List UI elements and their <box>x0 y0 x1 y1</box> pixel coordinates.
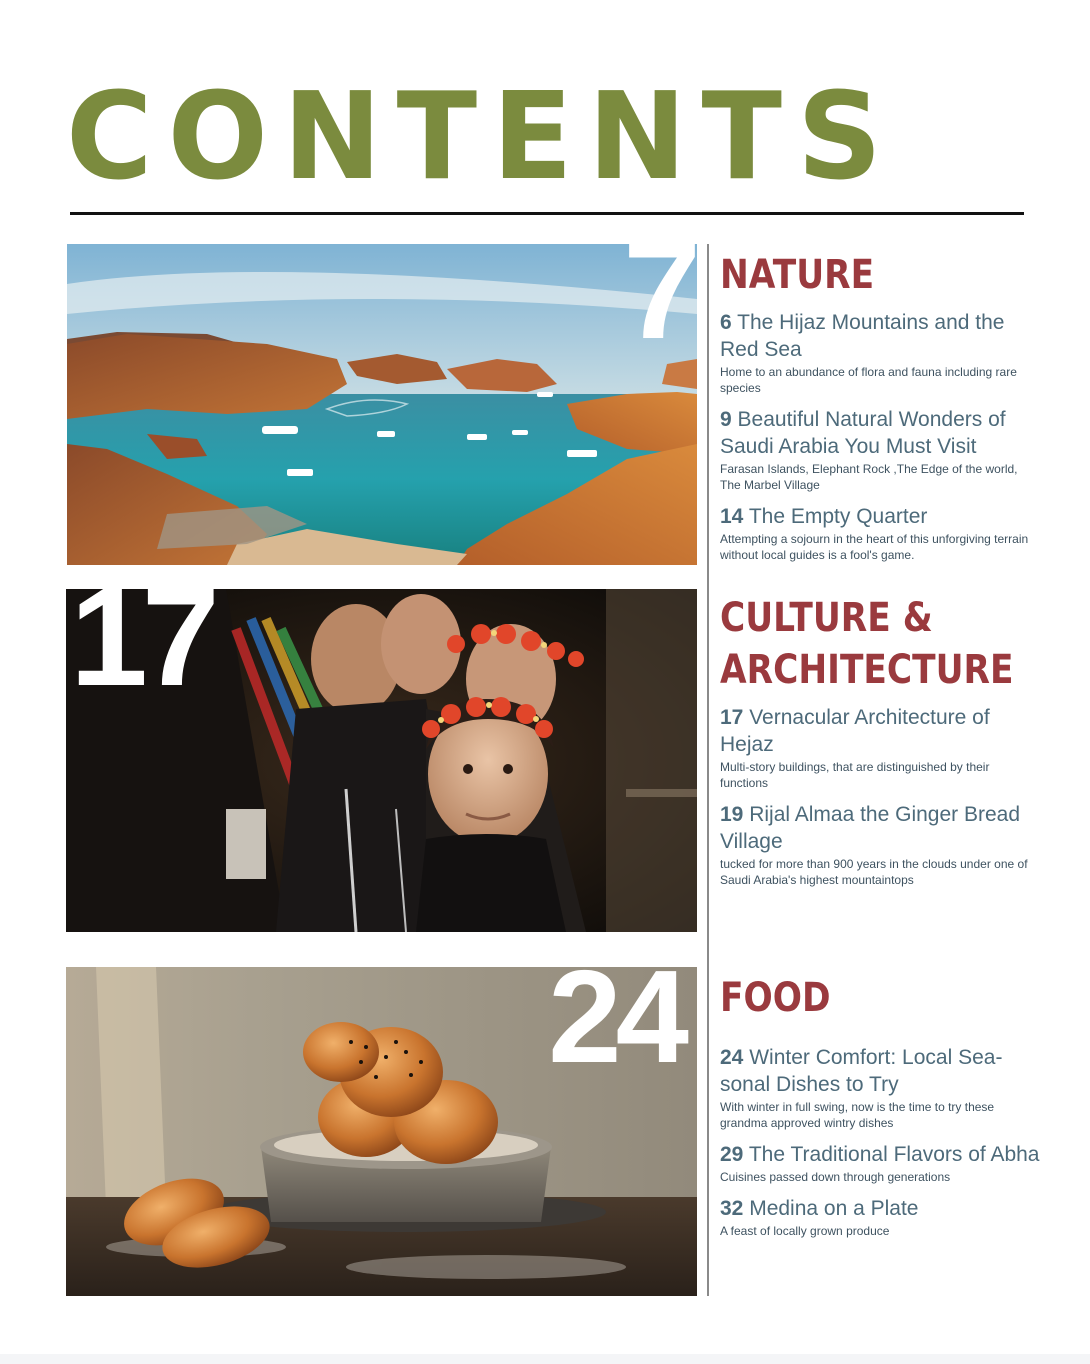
entry-title-text: Beautiful Natural Wonders of Saudi Arabi… <box>720 408 1006 458</box>
entry-page-number: 6 <box>720 311 732 334</box>
entry-description: With winter in full swing, now is the ti… <box>720 1100 995 1130</box>
nature-photo: 7 <box>67 244 697 565</box>
entry-title: 24 Winter Comfort: Local Sea-sonal Dishe… <box>720 1044 1040 1098</box>
entry-description: Cuisines passed down through generations <box>720 1170 951 1184</box>
list-item[interactable]: 9 Beautiful Natural Wonders of Saudi Ara… <box>720 406 1040 493</box>
section-food: FOOD 24 Winter Comfort: Local Sea-sonal … <box>720 972 1040 1249</box>
section-culture-architecture: CULTURE & ARCHITECTURE 17 Vernacular Arc… <box>720 592 1040 898</box>
section-heading: FOOD <box>720 975 831 1021</box>
list-item[interactable]: 6 The Hijaz Mountains and the Red Sea Ho… <box>720 309 1040 396</box>
list-item[interactable]: 17 Vernacular Architecture of Hejaz Mult… <box>720 704 1040 791</box>
list-item[interactable]: 32 Medina on a Plate A feast of locally … <box>720 1195 1040 1239</box>
entry-title: 17 Vernacular Architecture of Hejaz <box>720 704 1040 758</box>
entry-description: Farasan Islands, Elephant Rock ,The Edge… <box>720 462 1018 492</box>
entry-title-text: Winter Comfort: Local Sea-sonal Dishes t… <box>720 1046 1003 1096</box>
entry-description: A feast of locally grown produce <box>720 1224 890 1238</box>
entry-title-text: Rijal Almaa the Ginger Bread Village <box>720 803 1021 853</box>
feature-page-number: 7 <box>623 244 697 368</box>
page-title: CONTENTS <box>66 65 897 207</box>
entry-page-number: 9 <box>720 408 732 431</box>
entry-page-number: 19 <box>720 803 744 826</box>
entry-title: 14 The Empty Quarter <box>720 503 1040 530</box>
entry-page-number: 17 <box>720 706 744 729</box>
entry-title: 19 Rijal Almaa the Ginger Bread Village <box>720 801 1040 855</box>
section-nature: NATURE 6 The Hijaz Mountains and the Red… <box>720 249 1040 573</box>
entry-description: tucked for more than 900 years in the cl… <box>720 857 1028 887</box>
entry-title: 9 Beautiful Natural Wonders of Saudi Ara… <box>720 406 1040 460</box>
entry-page-number: 24 <box>720 1046 744 1069</box>
entry-description: Multi-story buildings, that are distingu… <box>720 760 990 790</box>
sea-cove-photo-icon <box>67 244 697 565</box>
section-heading-line1: CULTURE & <box>720 595 933 641</box>
entry-title-text: The Traditional Flavors of Abha <box>748 1143 1040 1166</box>
entry-page-number: 29 <box>720 1143 744 1166</box>
entry-description: Attempting a sojourn in the heart of thi… <box>720 532 1029 562</box>
entry-title: 6 The Hijaz Mountains and the Red Sea <box>720 309 1040 363</box>
column-divider <box>707 244 709 1296</box>
feature-page-number: 24 <box>548 967 689 1090</box>
entry-title-text: Vernacular Architecture of Hejaz <box>720 706 990 756</box>
list-item[interactable]: 19 Rijal Almaa the Ginger Bread Village … <box>720 801 1040 888</box>
entry-description: Home to an abundance of flora and fauna … <box>720 365 1017 395</box>
list-item[interactable]: 29 The Traditional Flavors of Abha Cuisi… <box>720 1141 1040 1185</box>
entry-title: 32 Medina on a Plate <box>720 1195 1040 1222</box>
entry-title: 29 The Traditional Flavors of Abha <box>720 1141 1040 1168</box>
entry-page-number: 14 <box>720 505 744 528</box>
list-item[interactable]: 14 The Empty Quarter Attempting a sojour… <box>720 503 1040 563</box>
food-photo: 24 <box>66 967 697 1296</box>
page-bottom-edge <box>0 1354 1090 1364</box>
section-heading-line2: ARCHITECTURE <box>720 647 1014 693</box>
entry-title-text: The Empty Quarter <box>748 505 928 528</box>
section-heading: NATURE <box>720 252 875 298</box>
entry-title-text: The Hijaz Mountains and the Red Sea <box>720 311 1005 361</box>
feature-page-number: 17 <box>70 589 220 715</box>
title-divider <box>70 212 1024 215</box>
entry-page-number: 32 <box>720 1197 744 1220</box>
list-item[interactable]: 24 Winter Comfort: Local Sea-sonal Dishe… <box>720 1044 1040 1131</box>
culture-photo: 17 <box>66 589 697 932</box>
entry-title-text: Medina on a Plate <box>749 1197 919 1220</box>
